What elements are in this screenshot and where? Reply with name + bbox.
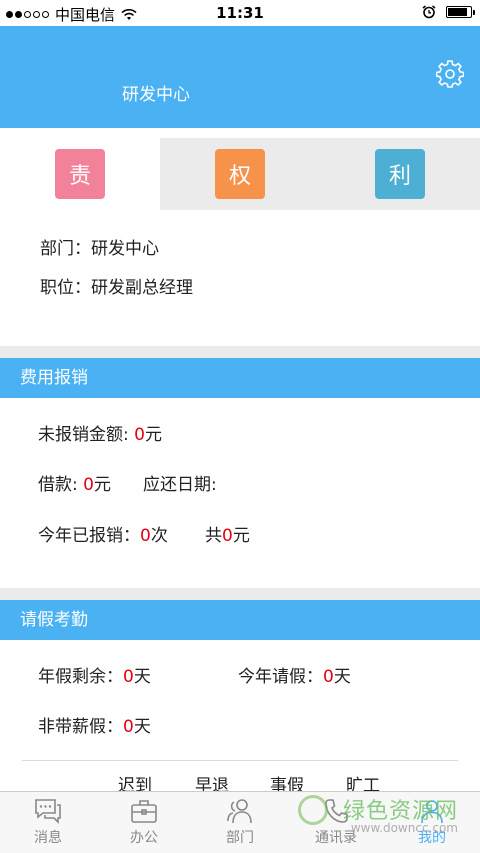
briefcase-icon [131, 800, 157, 823]
tab-authority[interactable]: 权 [160, 138, 320, 210]
tab-badge: 权 [215, 149, 265, 199]
this-year-leave: 今年请假：0天 [238, 662, 351, 687]
status-time: 11:31 [216, 4, 264, 22]
this-year-count-unit: 次 [150, 526, 168, 546]
unpaid-leave: 非带薪假：0天 [38, 712, 151, 737]
annual-remaining-label: 年假剩余： [38, 667, 123, 687]
page-title: 研发中心 [122, 85, 190, 105]
unreimbursed-amount: 未报销金额: 0元 [38, 420, 162, 445]
info-panel: 部门：研发中心 职位：研发副总经理 [0, 210, 480, 346]
nav-office[interactable]: 办公 [96, 792, 192, 853]
unreimbursed-label: 未报销金额: [38, 425, 135, 445]
expense-section-header: 费用报销 [0, 358, 480, 398]
section-gap [0, 588, 480, 600]
nav-messages[interactable]: 消息 [0, 792, 96, 853]
loan-value: 0 [83, 475, 94, 495]
nav-messages-label: 消息 [34, 830, 62, 846]
section-gap [0, 346, 480, 358]
this-year-reimbursed: 今年已报销：0次 [38, 521, 168, 546]
annual-remaining-unit: 天 [133, 667, 151, 687]
tab-badge: 利 [375, 149, 425, 199]
total-reimbursed: 共0元 [205, 521, 250, 546]
this-year-count: 0 [140, 526, 151, 546]
divider [22, 760, 458, 761]
unpaid-unit: 天 [133, 717, 151, 737]
unpaid-value: 0 [123, 717, 134, 737]
alarm-icon [422, 5, 436, 19]
total-unit: 元 [232, 526, 250, 546]
message-icon [35, 799, 61, 824]
this-year-leave-value: 0 [323, 667, 334, 687]
watermark-url: www.downcc.com [350, 821, 458, 835]
tab-badge: 责 [55, 149, 105, 199]
status-bar: 中国电信 11:31 [0, 0, 480, 26]
annual-remaining-value: 0 [123, 667, 134, 687]
gear-icon[interactable] [436, 60, 464, 88]
tab-responsibility[interactable]: 责 [0, 138, 160, 210]
this-year-label: 今年已报销： [38, 526, 140, 546]
this-year-leave-unit: 天 [333, 667, 351, 687]
total-label: 共 [205, 526, 222, 546]
watermark: 绿色资源网 www.downcc.com [298, 791, 458, 843]
people-icon [227, 799, 252, 824]
loan-amount: 借款: 0元 [38, 470, 111, 495]
unreimbursed-value: 0 [134, 425, 145, 445]
this-year-leave-label: 今年请假： [238, 667, 323, 687]
header: 研发中心 [0, 26, 480, 128]
loan-unit: 元 [93, 475, 111, 495]
unpaid-label: 非带薪假： [38, 717, 123, 737]
loan-label: 借款: [38, 475, 84, 495]
due-date-label: 应还日期: [143, 475, 217, 495]
watermark-logo-icon [298, 795, 328, 825]
nav-office-label: 办公 [130, 830, 158, 846]
annual-remaining: 年假剩余：0天 [38, 662, 151, 687]
status-right [422, 5, 475, 19]
nav-department-label: 部门 [226, 830, 254, 846]
unreimbursed-unit: 元 [144, 425, 162, 445]
tab-bar: 责 权 利 [0, 138, 480, 210]
position-text: 职位：研发副总经理 [40, 278, 193, 298]
tab-benefit[interactable]: 利 [320, 138, 480, 210]
total-value: 0 [222, 526, 233, 546]
battery-icon [446, 6, 475, 18]
nav-department[interactable]: 部门 [192, 792, 288, 853]
leave-section-header: 请假考勤 [0, 600, 480, 640]
department-text: 部门：研发中心 [40, 239, 159, 259]
